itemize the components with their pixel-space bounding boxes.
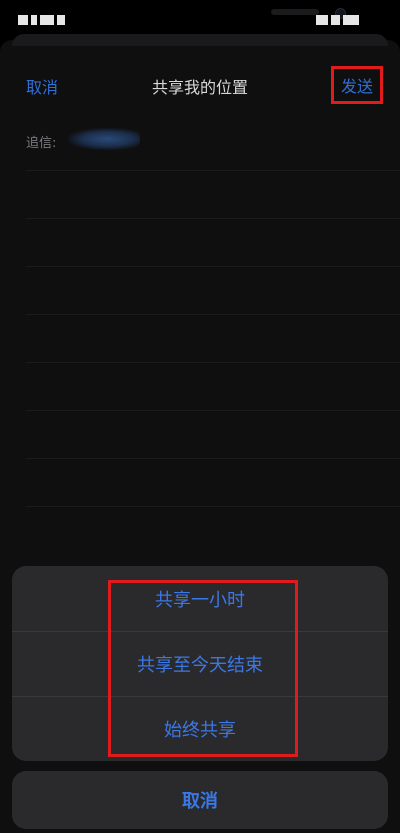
sheet-stack-edge — [12, 34, 388, 46]
share-until-end-of-day-button[interactable]: 共享至今天结束 — [12, 631, 388, 696]
divider — [26, 410, 400, 411]
divider — [26, 218, 400, 219]
send-button-label: 发送 — [340, 77, 373, 96]
share-duration-options: 共享一小时 共享至今天结束 始终共享 — [12, 566, 388, 761]
divider — [26, 458, 400, 459]
recipient-blurred — [68, 128, 140, 150]
nav-bar: 取消 共享我的位置 发送 — [0, 52, 400, 112]
send-button[interactable]: 发送 — [331, 66, 383, 104]
status-icons — [316, 10, 382, 25]
speaker-grille — [271, 9, 319, 15]
notch — [95, 0, 346, 38]
divider — [26, 314, 400, 315]
divider — [26, 506, 400, 507]
share-indefinitely-button[interactable]: 始终共享 — [12, 696, 388, 761]
recipient-label: 追信: — [26, 136, 57, 151]
time-indicator-icon — [18, 10, 84, 25]
cancel-button-label: 取消 — [182, 791, 218, 812]
divider — [26, 266, 400, 267]
cancel-button[interactable]: 取消 — [12, 771, 388, 829]
divider — [26, 362, 400, 363]
share-one-hour-button[interactable]: 共享一小时 — [12, 566, 388, 631]
divider — [26, 170, 400, 171]
